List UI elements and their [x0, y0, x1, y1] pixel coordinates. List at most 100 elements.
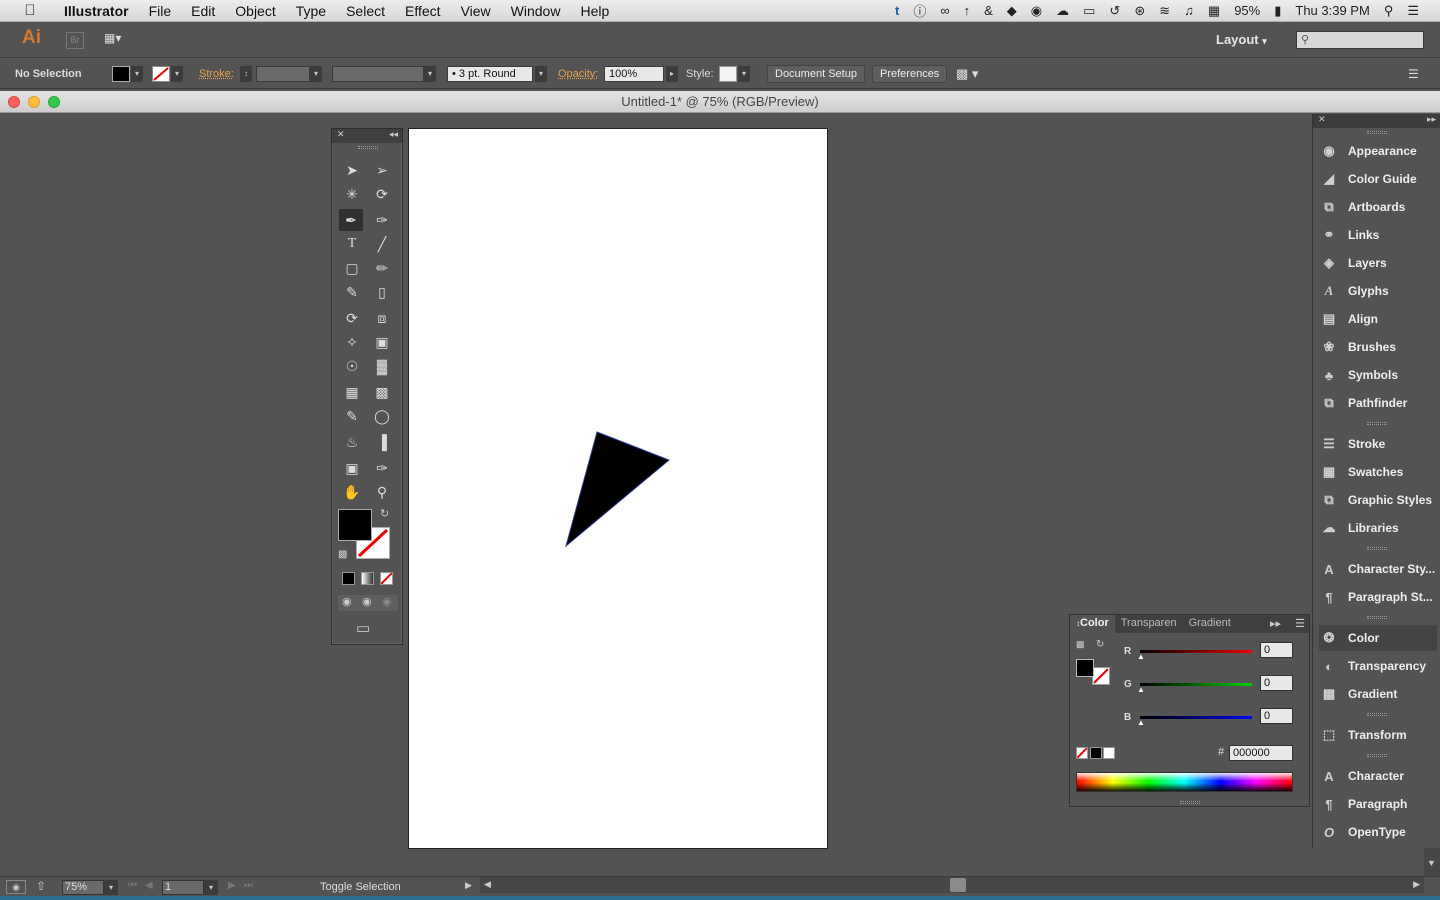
panel-brushes[interactable]: ❀ Brushes [1319, 334, 1437, 360]
artboard-number-field[interactable]: 1 [162, 880, 204, 895]
stroke-weight-stepper[interactable]: ↕ [240, 66, 252, 82]
mesh-tool-icon[interactable]: ▦ [340, 381, 364, 403]
dock-header[interactable]: ✕ ▸▸ [1313, 114, 1440, 128]
shape-builder-tool-icon[interactable]: ☉ [340, 355, 364, 377]
arrange-documents-icon[interactable]: ▦▾ [104, 31, 136, 49]
panel-grip[interactable] [1367, 754, 1387, 757]
panel-graphic-styles[interactable]: ⧉ Graphic Styles [1319, 487, 1437, 513]
symbol-sprayer-tool-icon[interactable]: ♨ [340, 431, 364, 453]
panel-stroke[interactable]: ☰ Stroke [1319, 431, 1437, 457]
stroke-label[interactable]: Stroke: [199, 65, 234, 83]
panel-artboards[interactable]: ⧉ Artboards [1319, 194, 1437, 220]
variable-width-profile[interactable] [332, 66, 424, 82]
control-panel-menu-icon[interactable]: ☰ [1408, 65, 1419, 83]
free-transform-tool-icon[interactable]: ▣ [370, 331, 394, 353]
blue-slider[interactable] [1140, 716, 1252, 719]
column-graph-tool-icon[interactable]: ▐ [370, 431, 394, 453]
panel-resize-grip[interactable] [1180, 801, 1200, 804]
close-window-button[interactable] [8, 96, 20, 108]
help-search-input[interactable]: ⚲ [1296, 31, 1424, 49]
panel-paragraph-styles[interactable]: ¶ Paragraph St... [1319, 584, 1437, 610]
slice-tool-icon[interactable]: ✑ [370, 457, 394, 479]
panel-glyphs[interactable]: A Glyphs [1319, 278, 1437, 304]
fill-swatch[interactable] [112, 66, 130, 82]
battery-icon[interactable]: ▮ [1267, 3, 1288, 19]
selection-tool-icon[interactable]: ➤ [340, 159, 364, 181]
scrollbar-thumb[interactable] [950, 878, 966, 892]
screen-mode-icon[interactable]: ▭ [356, 619, 370, 637]
eraser-tool-icon[interactable]: ▯ [370, 281, 394, 303]
ampersand-icon[interactable]: & [977, 3, 1000, 18]
panel-paragraph[interactable]: ¶ Paragraph [1319, 791, 1437, 817]
green-slider[interactable] [1140, 683, 1252, 686]
airplay-icon[interactable]: ▭ [1076, 3, 1102, 19]
panel-transparency[interactable]: ◐ Transparency [1319, 653, 1437, 679]
horizontal-scrollbar[interactable]: ◀ ▶ [480, 877, 1424, 893]
graphic-style-swatch[interactable] [719, 66, 737, 82]
menu-app-name[interactable]: Illustrator [54, 3, 139, 19]
stroke-color-swatch[interactable] [1092, 667, 1110, 685]
profile-dropdown[interactable]: ▾ [424, 66, 436, 82]
scroll-right-icon[interactable]: ▶ [1413, 879, 1420, 890]
panel-color[interactable]: ❂ Color [1319, 625, 1437, 651]
panel-links[interactable]: ⚭ Links [1319, 222, 1437, 248]
workspace-switcher[interactable]: Layout ▾ [1216, 32, 1267, 47]
rotate-tool-icon[interactable]: ⟳ [340, 307, 364, 329]
fill-dropdown[interactable]: ▾ [131, 66, 143, 82]
panel-grip[interactable] [1367, 713, 1387, 716]
panel-opentype[interactable]: O OpenType [1319, 819, 1437, 845]
graphic-style-dropdown[interactable]: ▾ [738, 66, 750, 82]
swap-colors-icon[interactable]: ↻ [1096, 639, 1104, 650]
lasso-tool-icon[interactable]: ⟳ [370, 183, 394, 205]
draw-inside-icon[interactable]: ◉ [382, 595, 392, 608]
panel-symbols[interactable]: ♣ Symbols [1319, 362, 1437, 388]
artboard-tool-icon[interactable]: ▣ [340, 457, 364, 479]
panel-gradient[interactable]: ▩ Gradient [1319, 681, 1437, 707]
zoom-dropdown[interactable]: ▾ [104, 880, 118, 895]
blue-slider-thumb[interactable]: ▲ [1137, 718, 1145, 727]
width-tool-icon[interactable]: ✧ [340, 331, 364, 353]
gradient-tool-icon[interactable]: ▩ [370, 381, 394, 403]
zoom-tool-icon[interactable]: ⚲ [370, 481, 394, 503]
zoom-level-field[interactable]: 75% [62, 880, 104, 895]
line-segment-tool-icon[interactable]: ╱ [370, 233, 394, 255]
calendar-icon[interactable]: ▦ [1201, 3, 1227, 19]
blue-value-field[interactable]: 0 [1260, 708, 1293, 724]
draw-normal-icon[interactable]: ◉ [342, 595, 352, 608]
panel-layers[interactable]: ◈ Layers [1319, 250, 1437, 276]
menu-edit[interactable]: Edit [181, 3, 225, 19]
black-color-button[interactable] [1090, 747, 1102, 759]
previous-artboard-icon[interactable]: ◀ [145, 880, 153, 891]
none-mode-button[interactable] [380, 572, 393, 585]
collapse-icon[interactable]: ◂◂ [389, 129, 398, 140]
artboard[interactable] [408, 128, 828, 849]
bridge-button[interactable]: Br [66, 32, 84, 49]
next-artboard-icon[interactable]: ▶ [228, 880, 236, 891]
zoom-window-button[interactable] [48, 96, 60, 108]
last-artboard-icon[interactable]: ⏭ [244, 880, 253, 891]
close-icon[interactable]: ✕ [337, 129, 345, 140]
none-color-button[interactable] [1076, 747, 1088, 759]
document-setup-button[interactable]: Document Setup [767, 65, 865, 83]
color-spectrum-bar[interactable] [1076, 772, 1293, 792]
menu-view[interactable]: View [451, 3, 501, 19]
direct-selection-tool-icon[interactable]: ➢ [370, 159, 394, 181]
expand-icon[interactable]: ▸▸ [1427, 114, 1436, 125]
draw-behind-icon[interactable]: ◉ [362, 595, 372, 608]
hand-tool-icon[interactable]: ✋ [340, 481, 364, 503]
paintbrush-tool-icon[interactable]: ✏ [370, 257, 394, 279]
brush-definition[interactable]: • 3 pt. Round [447, 66, 533, 82]
fill-color-swatch-front[interactable] [338, 509, 372, 541]
hex-value-field[interactable]: 000000 [1229, 745, 1293, 761]
menu-type[interactable]: Type [286, 3, 336, 19]
time-machine-icon[interactable]: ↺ [1102, 3, 1127, 19]
tab-gradient[interactable]: Gradient [1183, 615, 1237, 633]
panel-grip[interactable] [1367, 422, 1387, 425]
opacity-dropdown[interactable]: ▸ [666, 66, 678, 82]
apple-menu-icon[interactable]:  [20, 2, 40, 19]
panel-appearance[interactable]: ◉ Appearance [1319, 138, 1437, 164]
green-value-field[interactable]: 0 [1260, 675, 1293, 691]
bluetooth-icon[interactable]: ⊛ [1127, 3, 1152, 19]
default-colors-icon[interactable]: ▩ [338, 549, 347, 560]
opacity-label[interactable]: Opacity: [558, 65, 598, 83]
